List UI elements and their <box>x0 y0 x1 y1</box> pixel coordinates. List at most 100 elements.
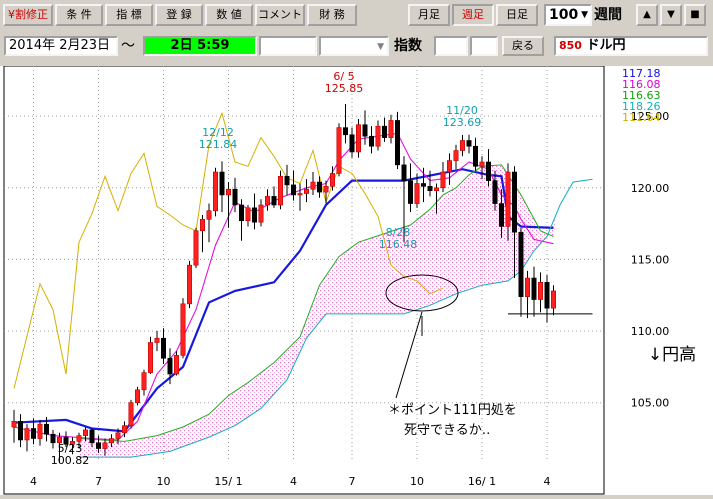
candle-body <box>219 171 225 196</box>
candle-body <box>466 140 472 147</box>
count-value: 100 <box>549 7 579 23</box>
candle-body <box>213 171 219 212</box>
candle-body <box>37 423 43 439</box>
note-line-2: 死守できるか‥ <box>404 423 490 438</box>
instrument-field[interactable]: 850 ドル円 <box>554 36 708 56</box>
candle-body <box>394 120 400 166</box>
values-button[interactable]: 数 値 <box>205 4 253 26</box>
register-button[interactable]: 登 録 <box>155 4 203 26</box>
candle-body <box>368 135 374 147</box>
comment-button[interactable]: コメント <box>255 4 305 26</box>
candle-body <box>479 161 485 167</box>
instrument-name: ドル円 <box>586 38 626 53</box>
candle-body <box>226 188 232 196</box>
candle-body <box>180 303 186 356</box>
candle-body <box>200 219 206 232</box>
date-bar: 2014年 2月23日 〜 2日 5:59 ▼ 指数 戻る 850 ドル円 <box>0 32 713 60</box>
date-field[interactable]: 2014年 2月23日 <box>4 36 118 56</box>
candle-body <box>206 210 212 220</box>
count-select[interactable]: 100 ▼ <box>544 4 592 26</box>
x-tick-label: 7 <box>95 475 102 488</box>
candle-body <box>161 337 167 359</box>
extreme-price-label: 121.84 <box>199 138 238 151</box>
candle-body <box>485 161 491 181</box>
stop-button[interactable]: ■ <box>684 4 706 26</box>
weekly-button[interactable]: 週足 <box>452 4 494 26</box>
blank-field-1[interactable] <box>259 36 317 56</box>
candle-body <box>96 442 102 449</box>
candle-body <box>498 203 504 227</box>
chevron-down-icon: ▼ <box>581 10 588 20</box>
candle-body <box>297 193 303 196</box>
candle-body <box>505 171 511 227</box>
candle-body <box>427 186 433 191</box>
blank-field-3[interactable] <box>470 36 498 56</box>
candle-body <box>524 277 530 297</box>
candle-body <box>316 181 322 193</box>
x-tick-label: 7 <box>349 475 356 488</box>
candle-body <box>336 127 342 174</box>
indicators-button[interactable]: 指 標 <box>105 4 153 26</box>
candle-body <box>323 186 329 193</box>
candle-body <box>362 124 368 137</box>
extreme-price-label: 116.48 <box>379 238 418 251</box>
candle-body <box>329 173 335 187</box>
price-chart[interactable]: 105.00110.00115.00120.00125.004 7 10 15/ 14… <box>0 65 713 495</box>
candle-body <box>401 164 407 181</box>
candle-body <box>141 372 147 391</box>
extreme-price-label: 100.82 <box>51 454 90 467</box>
x-tick-label: 4 <box>290 475 297 488</box>
candle-body <box>271 196 277 206</box>
candle-body <box>433 187 439 191</box>
candle-body <box>154 337 160 343</box>
back-button[interactable]: 戻る <box>502 36 544 56</box>
y-tick-label: 115.00 <box>631 253 670 266</box>
candle-body <box>420 183 426 187</box>
candle-body <box>17 421 23 441</box>
blank-field-2[interactable] <box>434 36 468 56</box>
x-tick-label: 10 <box>157 475 171 488</box>
up-arrow-button[interactable]: ▲ <box>636 4 658 26</box>
candle-body <box>102 442 108 449</box>
x-tick-label: 16/ 1 <box>468 475 496 488</box>
financials-button[interactable]: 財 務 <box>307 4 357 26</box>
conditions-button[interactable]: 条 件 <box>55 4 103 26</box>
candle-body <box>109 438 115 444</box>
candle-body <box>43 423 49 435</box>
candle-body <box>11 421 17 428</box>
x-tick-label: 10 <box>410 475 424 488</box>
note-line-1: ＊ポイント111円処を <box>388 403 517 418</box>
candle-body <box>518 231 524 297</box>
candle-body <box>148 342 154 373</box>
candle-body <box>135 389 141 403</box>
candle-body <box>388 120 394 138</box>
legend-value: 111.64 <box>622 111 661 124</box>
status-field: 2日 5:59 <box>143 36 257 56</box>
candle-body <box>76 435 82 442</box>
candle-body <box>24 428 30 441</box>
candle-body <box>30 428 36 439</box>
index-select[interactable]: ▼ <box>319 36 389 56</box>
daily-button[interactable]: 日足 <box>496 4 538 26</box>
candle-body <box>128 402 134 426</box>
candle-body <box>472 145 478 167</box>
extreme-price-label: 125.85 <box>325 82 364 95</box>
candle-body <box>414 183 420 204</box>
candle-body <box>492 180 498 204</box>
candle-body <box>187 264 193 305</box>
monthly-button[interactable]: 月足 <box>408 4 450 26</box>
candle-body <box>83 429 89 436</box>
down-arrow-button[interactable]: ▼ <box>660 4 682 26</box>
candle-body <box>258 204 264 223</box>
candle-body <box>174 355 180 375</box>
candle-body <box>544 282 550 309</box>
candle-body <box>252 207 258 223</box>
candle-body <box>355 124 361 153</box>
x-tick-label: 15/ 1 <box>214 475 242 488</box>
candle-body <box>284 176 290 186</box>
candle-body <box>245 207 251 222</box>
toolbar: ¥割修正 条 件 指 標 登 録 数 値 コメント 財 務 月足 週足 日足 1… <box>0 0 713 30</box>
split-adjust-button[interactable]: ¥割修正 <box>3 4 53 26</box>
candle-body <box>453 150 459 161</box>
x-tick-label: 4 <box>30 475 37 488</box>
